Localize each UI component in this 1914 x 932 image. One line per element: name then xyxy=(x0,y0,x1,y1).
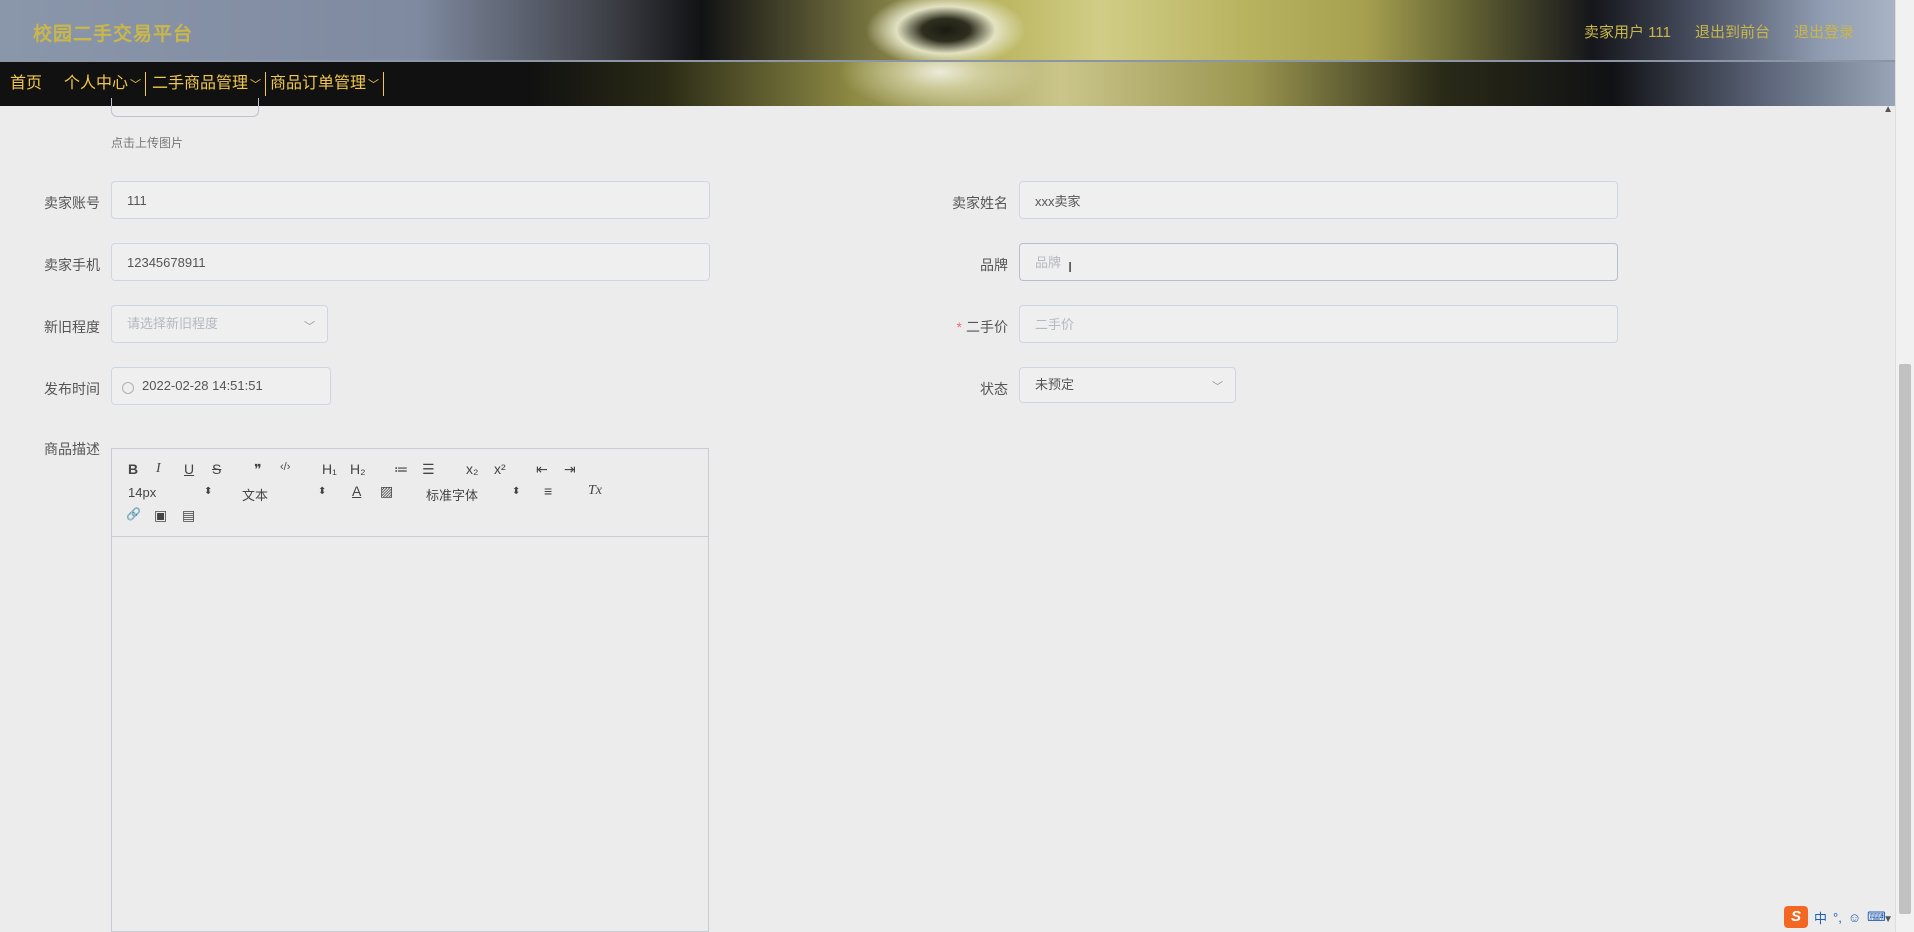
code-block-icon[interactable]: ‹/› xyxy=(280,461,290,473)
nav-personal-center[interactable]: 个人中心 ﹀ xyxy=(60,72,147,96)
clock-icon xyxy=(122,382,134,394)
description-label: 商品描述 xyxy=(44,441,100,457)
seller-account-label: 卖家账号 xyxy=(44,195,100,211)
align-icon[interactable]: ≡ xyxy=(544,483,552,499)
status-value: 未预定 xyxy=(1035,377,1075,392)
price-label-text: 二手价 xyxy=(966,319,1008,335)
main-nav: 首页 个人中心 ﹀ 二手商品管理 ﹀ 商品订单管理 ﹀ xyxy=(0,60,1896,106)
nav-orders-management[interactable]: 商品订单管理 ﹀ xyxy=(266,72,385,96)
condition-select[interactable]: 请选择新旧程度 xyxy=(111,305,328,343)
text-color-icon[interactable]: A xyxy=(352,483,361,499)
indent-icon[interactable]: ⇥ xyxy=(564,461,576,478)
condition-placeholder: 请选择新旧程度 xyxy=(127,316,219,331)
brand-label: 品牌 xyxy=(980,257,1008,273)
price-input[interactable] xyxy=(1019,305,1618,343)
upload-hint: 点击上传图片 xyxy=(111,136,184,150)
required-mark: * xyxy=(956,319,962,335)
italic-icon[interactable]: I xyxy=(156,461,161,477)
video-icon[interactable]: ▤ xyxy=(182,507,195,524)
nav-goods-management[interactable]: 二手商品管理 ﹀ xyxy=(148,72,267,96)
seller-phone-label: 卖家手机 xyxy=(44,257,100,273)
price-label: * 二手价 xyxy=(916,317,1008,337)
nav-home[interactable]: 首页 xyxy=(6,72,62,96)
select-arrows-icon: ⬍ xyxy=(204,486,213,497)
blockquote-icon[interactable]: ❞ xyxy=(254,461,262,478)
seller-phone-input[interactable] xyxy=(111,243,710,281)
select-arrows-icon: ⬍ xyxy=(318,486,327,497)
ime-language[interactable]: 中 xyxy=(1814,908,1827,927)
status-select[interactable]: 未预定 xyxy=(1019,367,1236,403)
nav-personal-label: 个人中心 xyxy=(64,75,129,92)
seller-account-input[interactable] xyxy=(111,181,710,219)
keyboard-icon[interactable]: ⌨ xyxy=(1867,909,1886,925)
chevron-down-icon: ﹀ xyxy=(130,79,142,91)
header-links: 卖家用户 111 退出到前台 退出登录 xyxy=(1584,21,1854,42)
link-icon[interactable]: 🔗 xyxy=(126,507,141,521)
chevron-down-icon: ﹀ xyxy=(368,79,380,91)
strikethrough-icon[interactable]: S xyxy=(212,461,221,477)
heading2-icon[interactable]: H₂ xyxy=(350,461,366,477)
chevron-down-icon: ﹀ xyxy=(304,321,315,333)
scrollbar-thumb[interactable] xyxy=(1899,364,1911,914)
publish-time-label: 发布时间 xyxy=(44,381,100,397)
chevron-down-icon: ﹀ xyxy=(250,79,262,91)
underline-icon[interactable]: U xyxy=(184,461,194,477)
background-color-icon[interactable]: ▨ xyxy=(380,483,393,500)
ime-toolbar: S 中 °, ☺ ⌨ xyxy=(1784,906,1886,928)
nav-home-label: 首页 xyxy=(10,75,43,92)
condition-label: 新旧程度 xyxy=(44,319,100,335)
scroll-up-icon[interactable]: ▲ xyxy=(1883,104,1893,115)
superscript-icon[interactable]: x² xyxy=(494,461,506,477)
exit-to-frontend-link[interactable]: 退出到前台 xyxy=(1695,21,1770,42)
font-family-picker[interactable]: 标准字体 ⬍ xyxy=(426,485,522,504)
publish-time-picker[interactable]: 2022-02-28 14:51:51 xyxy=(111,367,331,405)
ordered-list-icon[interactable]: ≔ xyxy=(394,461,408,478)
bullet-list-icon[interactable]: ☰ xyxy=(422,461,435,478)
seller-name-label: 卖家姓名 xyxy=(952,195,1008,211)
status-label: 状态 xyxy=(980,381,1008,397)
publish-time-value: 2022-02-28 14:51:51 xyxy=(142,378,263,393)
outdent-icon[interactable]: ⇤ xyxy=(536,461,548,478)
heading1-icon[interactable]: H₁ xyxy=(322,461,337,477)
subscript-icon[interactable]: x₂ xyxy=(466,461,478,477)
seller-name-input[interactable] xyxy=(1019,181,1618,219)
bold-icon[interactable]: B xyxy=(128,461,138,477)
top-header: 校园二手交易平台 卖家用户 111 退出到前台 退出登录 xyxy=(0,0,1896,60)
nav-orders-label: 商品订单管理 xyxy=(270,75,367,92)
current-user-label: 卖家用户 111 xyxy=(1584,24,1671,41)
ime-punctuation[interactable]: °, xyxy=(1833,910,1842,925)
toolbar-divider xyxy=(112,536,708,537)
site-logo: 校园二手交易平台 xyxy=(33,24,194,45)
rich-text-editor: B I U S ❞ ‹/› H₁ H₂ ≔ ☰ x₂ x² ⇤ ⇥ 14px ⬍… xyxy=(111,448,709,932)
font-size-value: 14px xyxy=(128,485,157,500)
page-scrollbar[interactable] xyxy=(1895,0,1914,932)
format-value: 文本 xyxy=(242,488,269,503)
sogou-logo[interactable]: S xyxy=(1784,906,1808,928)
nav-goods-label: 二手商品管理 xyxy=(152,75,249,92)
clear-format-icon[interactable]: Tx xyxy=(588,483,602,499)
font-family-value: 标准字体 xyxy=(426,488,479,503)
image-upload-box[interactable] xyxy=(111,98,259,117)
chevron-down-icon: ﹀ xyxy=(1212,381,1223,393)
brand-input[interactable] xyxy=(1019,243,1618,281)
font-size-picker[interactable]: 14px ⬍ xyxy=(128,485,214,500)
text-cursor-icon: I xyxy=(1068,259,1073,276)
select-arrows-icon: ⬍ xyxy=(512,486,521,497)
emoji-icon[interactable]: ☺ xyxy=(1848,910,1861,925)
image-icon[interactable]: ▣ xyxy=(154,507,167,524)
logout-link[interactable]: 退出登录 xyxy=(1794,21,1854,42)
format-picker[interactable]: 文本 ⬍ xyxy=(242,485,328,504)
